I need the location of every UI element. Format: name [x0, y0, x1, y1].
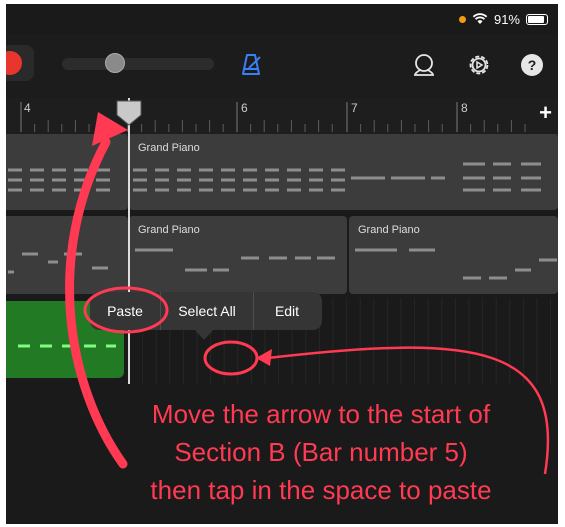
annotation-line-2: Section B (Bar number 5) — [174, 437, 468, 467]
paste-target-circle — [203, 340, 259, 376]
annotation-line-1: Move the arrow to the start of — [151, 399, 491, 429]
garageband-app: 91% ? 4 6 7 8 + Grand Piano Grand Piano … — [6, 4, 558, 524]
annotation-line-3: then tap in the space to paste — [150, 475, 492, 505]
target-arrow-head — [256, 349, 272, 366]
paste-highlight-circle — [83, 286, 169, 334]
